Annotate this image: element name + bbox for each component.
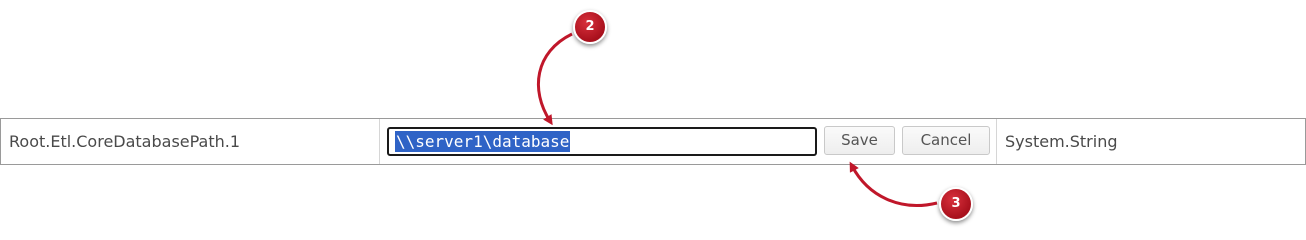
selected-value-text: \\server1\database: [395, 131, 571, 152]
step-marker-3: 3: [939, 187, 973, 221]
key-cell: Root.Etl.CoreDatabasePath.1: [1, 119, 380, 164]
value-input[interactable]: \\server1\database: [387, 127, 817, 156]
arrow-3: [849, 161, 938, 207]
cancel-button[interactable]: Cancel: [902, 126, 990, 155]
step-marker-2: 2: [573, 10, 607, 44]
value-edit-cell: \\server1\database Save Cancel: [380, 119, 997, 164]
setting-key: Root.Etl.CoreDatabasePath.1: [9, 132, 241, 151]
type-cell: System.String: [997, 119, 1305, 164]
settings-row: Root.Etl.CoreDatabasePath.1 \\server1\da…: [0, 118, 1306, 165]
save-button[interactable]: Save: [824, 126, 895, 155]
annotation-arrows: [536, 32, 938, 207]
setting-type: System.String: [1005, 132, 1118, 151]
arrow-2: [536, 32, 573, 126]
